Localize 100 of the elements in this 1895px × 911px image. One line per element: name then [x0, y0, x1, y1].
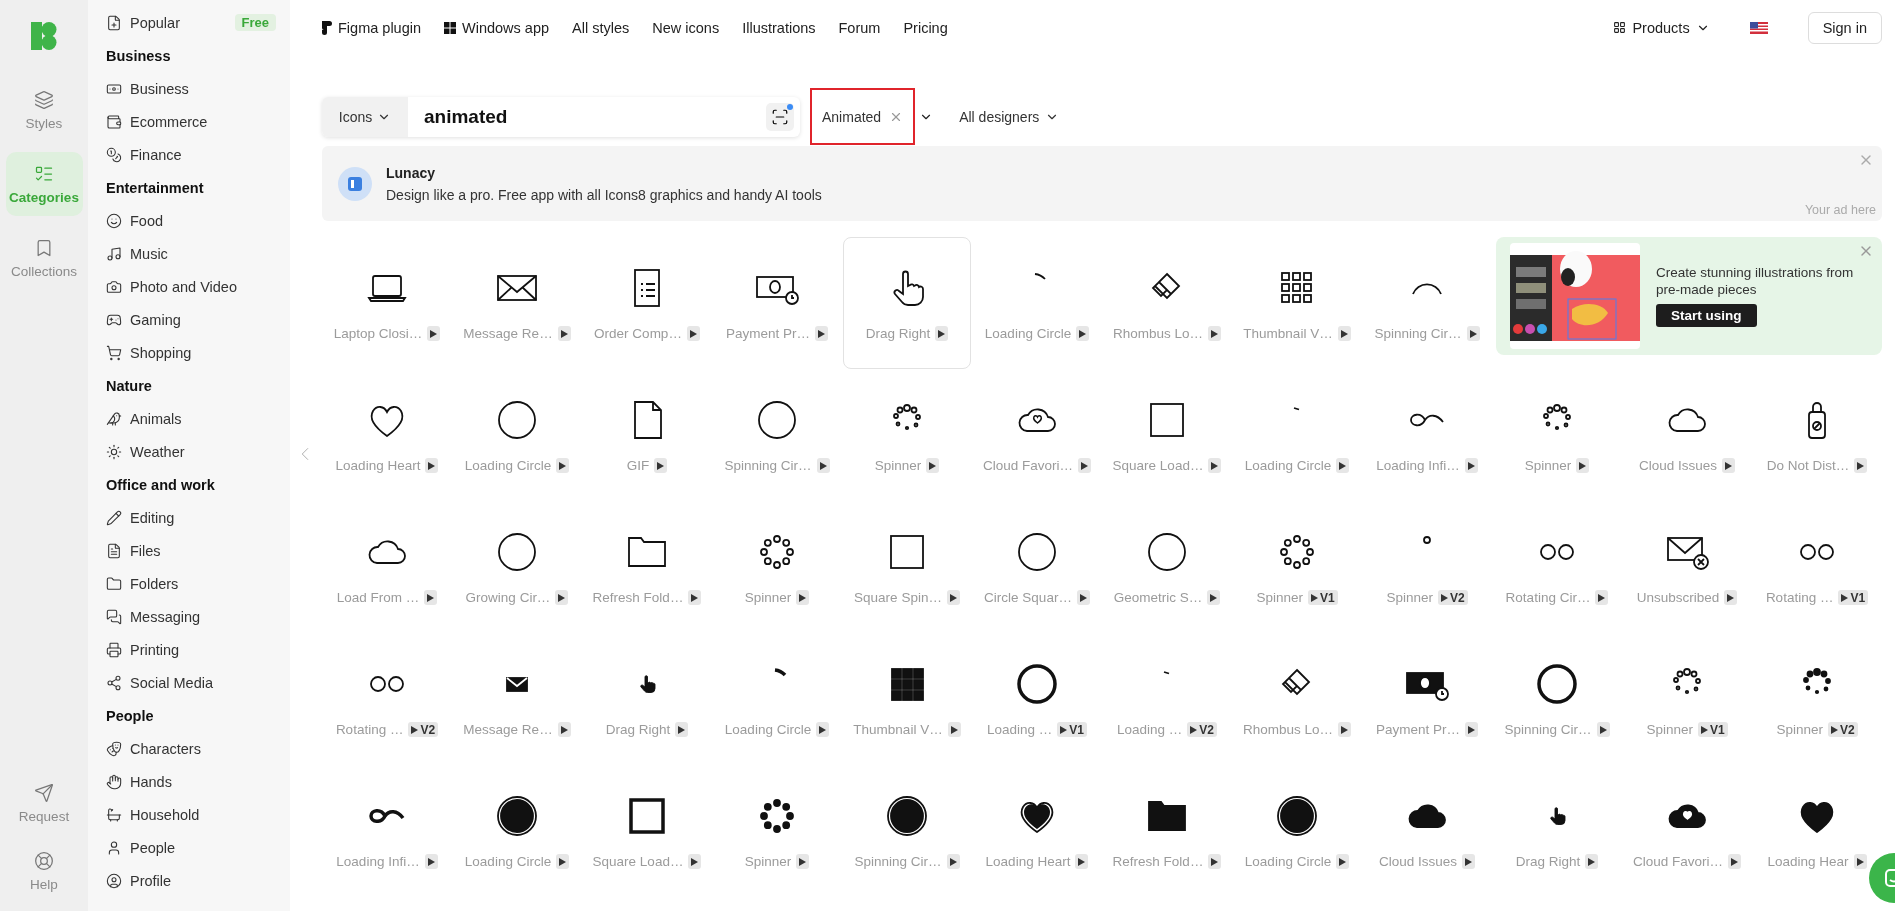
icon-tile[interactable]: Growing Cir…	[453, 501, 581, 633]
play-badge[interactable]	[1208, 326, 1221, 341]
play-badge[interactable]	[947, 722, 961, 737]
icon-tile[interactable]: Spinning Cir…	[713, 369, 841, 501]
play-badge[interactable]	[686, 326, 700, 341]
nav-link[interactable]: Illustrations	[742, 19, 816, 36]
sidebar-item[interactable]: Ecommerce	[130, 113, 208, 130]
flag-icon[interactable]	[1749, 21, 1768, 34]
start-button[interactable]: Start using	[1656, 303, 1757, 327]
icon-tile[interactable]: Loading Circle	[453, 369, 581, 501]
icon-tile[interactable]: Order Comp…	[583, 237, 711, 369]
icon-tile[interactable]: Rhombus Lo…	[1233, 633, 1361, 765]
icon-tile[interactable]: Spinner V2	[1753, 633, 1881, 765]
play-badge[interactable]	[1466, 326, 1480, 341]
filter-chip[interactable]: Animated	[810, 88, 916, 145]
sidebar-item[interactable]: Finance	[130, 146, 182, 163]
icon-tile[interactable]: Circle Squar…	[973, 501, 1101, 633]
icon-tile[interactable]: Laptop Closi…	[323, 237, 451, 369]
play-badge[interactable]	[1854, 458, 1868, 473]
icon-tile[interactable]: Spinner V2	[1363, 501, 1491, 633]
play-badge[interactable]	[1337, 326, 1351, 341]
play-badge[interactable]	[1853, 854, 1867, 869]
icon-tile[interactable]: Spinner	[843, 369, 971, 501]
play-badge[interactable]	[1465, 722, 1478, 737]
play-badge[interactable]	[675, 722, 689, 737]
rail-item[interactable]: Categories	[5, 152, 83, 216]
icon-tile[interactable]: Square Spin…	[843, 501, 971, 633]
play-badge[interactable]	[1595, 590, 1609, 605]
sidebar-item[interactable]: Gaming	[130, 311, 181, 328]
designers-dropdown[interactable]: All designers	[953, 107, 1066, 126]
icon-tile[interactable]: Loading Hear	[1753, 765, 1881, 897]
icon-tile[interactable]: Unsubscribed	[1623, 501, 1751, 633]
sidebar-item[interactable]: People	[130, 839, 176, 856]
rail-item[interactable]: Request	[5, 771, 83, 835]
icon-tile[interactable]: GIF	[583, 369, 711, 501]
sidebar-item[interactable]: Animals	[130, 410, 182, 427]
sidebar-item[interactable]: Profile	[130, 872, 172, 889]
icon-tile[interactable]: Rotating … V2	[323, 633, 451, 765]
play-badge[interactable]	[556, 458, 570, 473]
icon-tile[interactable]: Loading Infi…	[323, 765, 451, 897]
icon-tile[interactable]: Loading Circle	[1233, 369, 1361, 501]
play-badge[interactable]	[796, 590, 810, 605]
sidebar-item[interactable]: Shopping	[130, 344, 192, 361]
sidebar-item[interactable]: Editing	[130, 509, 175, 526]
icon-tile[interactable]: Payment Pr…	[1363, 633, 1491, 765]
sidebar-item[interactable]: Popular	[130, 14, 180, 31]
play-badge[interactable]	[688, 854, 702, 869]
icon-tile[interactable]: Loading Circle	[453, 765, 581, 897]
play-badge[interactable]	[1728, 854, 1741, 869]
version-badge[interactable]: V1	[1697, 722, 1728, 737]
icon-tile[interactable]: Spinner	[713, 501, 841, 633]
nav-link[interactable]: Forum	[838, 19, 881, 36]
icon-tile[interactable]: Loading … V2	[1103, 633, 1231, 765]
sidebar-item[interactable]: Music	[130, 245, 168, 262]
play-badge[interactable]	[688, 590, 702, 605]
play-badge[interactable]	[654, 458, 668, 473]
icon-tile[interactable]: Spinning Cir…	[843, 765, 971, 897]
sidebar-item[interactable]: Files	[130, 542, 161, 559]
play-badge[interactable]	[1336, 854, 1350, 869]
rail-item[interactable]: Collections	[5, 226, 83, 290]
sidebar-item[interactable]: Social Media	[130, 674, 213, 691]
rail-item[interactable]: Help	[5, 839, 83, 903]
play-badge[interactable]	[555, 590, 569, 605]
play-badge[interactable]	[935, 326, 949, 341]
sidebar-item[interactable]: Business	[130, 80, 189, 97]
icon-tile[interactable]: Cloud Issues	[1623, 369, 1751, 501]
play-badge[interactable]	[946, 854, 960, 869]
ad-banner[interactable]: Lunacy Design like a pro. Free app with all Icons8 graphics and handy AI tools Your ad here	[322, 146, 1882, 221]
products-menu[interactable]: Products	[1613, 19, 1710, 36]
play-badge[interactable]	[424, 590, 438, 605]
icon-tile[interactable]: Drag Right	[1493, 765, 1621, 897]
version-badge[interactable]: V2	[1827, 722, 1858, 737]
sidebar-item[interactable]: Food	[130, 212, 164, 229]
play-badge[interactable]	[1078, 458, 1091, 473]
sidebar-item[interactable]: Characters	[130, 740, 201, 757]
nav-link[interactable]: Pricing	[903, 19, 948, 36]
sidebar-item[interactable]: Hands	[130, 773, 172, 790]
play-badge[interactable]	[1596, 722, 1610, 737]
version-badge[interactable]: V2	[1187, 722, 1217, 737]
sign-in-button[interactable]: Sign in	[1807, 11, 1882, 44]
icon-tile[interactable]: Spinning Cir…	[1493, 633, 1621, 765]
version-badge[interactable]: V2	[408, 722, 439, 737]
version-badge[interactable]: V2	[1437, 590, 1468, 605]
play-badge[interactable]	[926, 458, 940, 473]
type-dropdown[interactable]: Icons	[322, 96, 408, 137]
icon-tile[interactable]: Loading Circle	[1233, 765, 1361, 897]
icon-tile[interactable]: Thumbnail V…	[1233, 237, 1361, 369]
play-badge[interactable]	[1336, 458, 1350, 473]
nav-link[interactable]: Windows app	[444, 19, 550, 36]
nav-link[interactable]: All styles	[572, 19, 630, 36]
play-badge[interactable]	[1722, 458, 1735, 473]
play-badge[interactable]	[816, 722, 830, 737]
play-badge[interactable]	[557, 722, 571, 737]
icon-tile[interactable]: Spinner	[713, 765, 841, 897]
icon-tile[interactable]: Square Load…	[1103, 369, 1231, 501]
play-badge[interactable]	[796, 854, 810, 869]
play-badge[interactable]	[1207, 590, 1221, 605]
play-badge[interactable]	[1585, 854, 1599, 869]
icon-tile[interactable]: Cloud Favori…	[1623, 765, 1751, 897]
version-badge[interactable]: V1	[1057, 722, 1087, 737]
